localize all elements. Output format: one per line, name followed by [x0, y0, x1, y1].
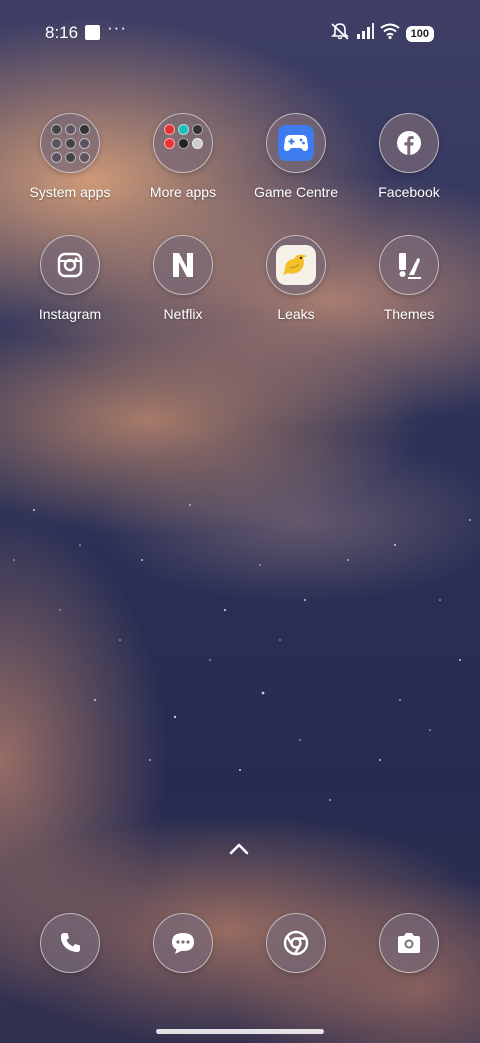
- battery-indicator: 100: [405, 25, 434, 42]
- app-icon-frame: [153, 235, 213, 295]
- netflix-icon: [173, 253, 193, 277]
- status-bar: 8:16 ··· 100: [0, 0, 480, 64]
- brush-icon: [399, 253, 421, 279]
- app-facebook[interactable]: Facebook: [354, 113, 464, 200]
- app-themes[interactable]: Themes: [354, 235, 464, 322]
- app-icon-frame: [379, 913, 439, 973]
- app-label: System apps: [29, 184, 111, 200]
- chat-icon: [172, 933, 194, 954]
- gamepad-icon: [278, 125, 314, 161]
- app-icon-frame: [266, 113, 326, 173]
- notification-icon: [85, 25, 100, 40]
- dock-phone[interactable]: [15, 913, 125, 973]
- app-label: Game Centre: [253, 184, 339, 200]
- chrome-icon: [283, 930, 309, 956]
- app-label: Netflix: [163, 306, 203, 322]
- more-notifications-icon: ···: [107, 18, 127, 37]
- mute-icon: [330, 22, 350, 45]
- dock-messages[interactable]: [128, 913, 238, 973]
- app-icon-frame: [266, 235, 326, 295]
- app-label: More apps: [149, 184, 217, 200]
- phone-icon: [60, 933, 80, 952]
- app-netflix[interactable]: Netflix: [128, 235, 238, 322]
- app-leaks[interactable]: Leaks: [241, 235, 351, 322]
- dock-chrome[interactable]: [241, 913, 351, 973]
- camera-icon: [398, 933, 420, 953]
- instagram-icon: [57, 252, 83, 278]
- home-indicator[interactable]: [156, 1029, 324, 1034]
- app-label: Instagram: [38, 306, 102, 322]
- app-drawer-chevron-up-icon[interactable]: [228, 842, 250, 856]
- app-label: Themes: [383, 306, 435, 322]
- app-icon-frame: [379, 235, 439, 295]
- folder-icon: [40, 113, 100, 173]
- app-instagram[interactable]: Instagram: [15, 235, 125, 322]
- wifi-icon: [380, 23, 400, 44]
- app-label: Facebook: [378, 184, 440, 200]
- signal-icon: [356, 23, 374, 44]
- app-icon-frame: [379, 113, 439, 173]
- app-label: Leaks: [277, 306, 315, 322]
- app-icon-frame: [40, 235, 100, 295]
- app-icon-frame: [266, 913, 326, 973]
- clock: 8:16: [45, 23, 79, 42]
- app-game-centre[interactable]: Game Centre: [241, 113, 351, 200]
- app-icon-frame: [153, 913, 213, 973]
- app-system-apps-folder[interactable]: System apps: [15, 113, 125, 200]
- app-more-apps-folder[interactable]: More apps: [128, 113, 238, 200]
- bird-icon: [276, 245, 316, 285]
- facebook-icon: [397, 131, 421, 155]
- dock-camera[interactable]: [354, 913, 464, 973]
- app-icon-frame: [40, 913, 100, 973]
- folder-icon: [153, 113, 213, 173]
